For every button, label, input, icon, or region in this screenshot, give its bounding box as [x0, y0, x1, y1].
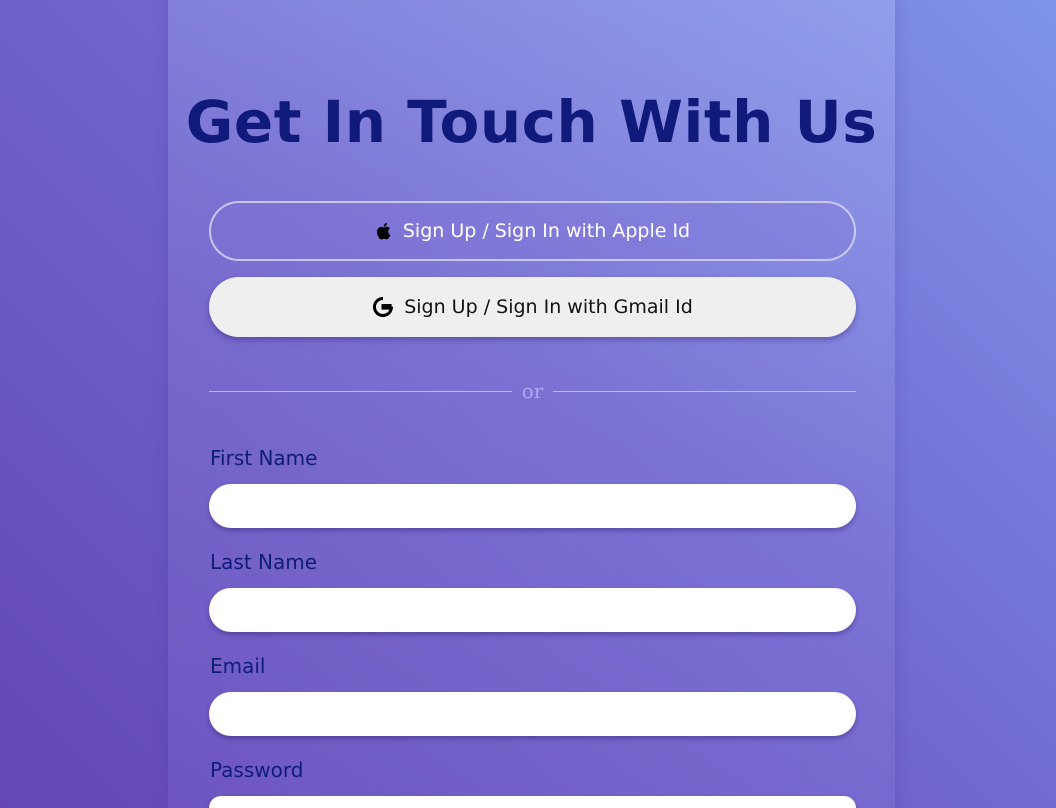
email-input[interactable] [209, 692, 856, 736]
gmail-signin-button[interactable]: Sign Up / Sign In with Gmail Id [209, 277, 856, 337]
page-title: Get In Touch With Us [185, 88, 878, 156]
divider-line-right [553, 390, 857, 392]
apple-signin-label: Sign Up / Sign In with Apple Id [402, 220, 691, 242]
gmail-signin-label: Sign Up / Sign In with Gmail Id [404, 296, 693, 318]
google-icon [372, 296, 394, 318]
password-label: Password [210, 758, 304, 782]
last-name-label: Last Name [210, 550, 318, 574]
last-name-input[interactable] [209, 588, 856, 632]
divider-text: or [521, 379, 544, 403]
divider-line-left [209, 390, 512, 392]
first-name-input[interactable] [209, 484, 856, 528]
email-label: Email [210, 654, 266, 678]
first-name-label: First Name [210, 446, 318, 470]
password-input[interactable] [209, 796, 856, 808]
or-divider: or [209, 378, 857, 404]
apple-icon [375, 221, 393, 241]
apple-signin-button[interactable]: Sign Up / Sign In with Apple Id [209, 201, 856, 261]
